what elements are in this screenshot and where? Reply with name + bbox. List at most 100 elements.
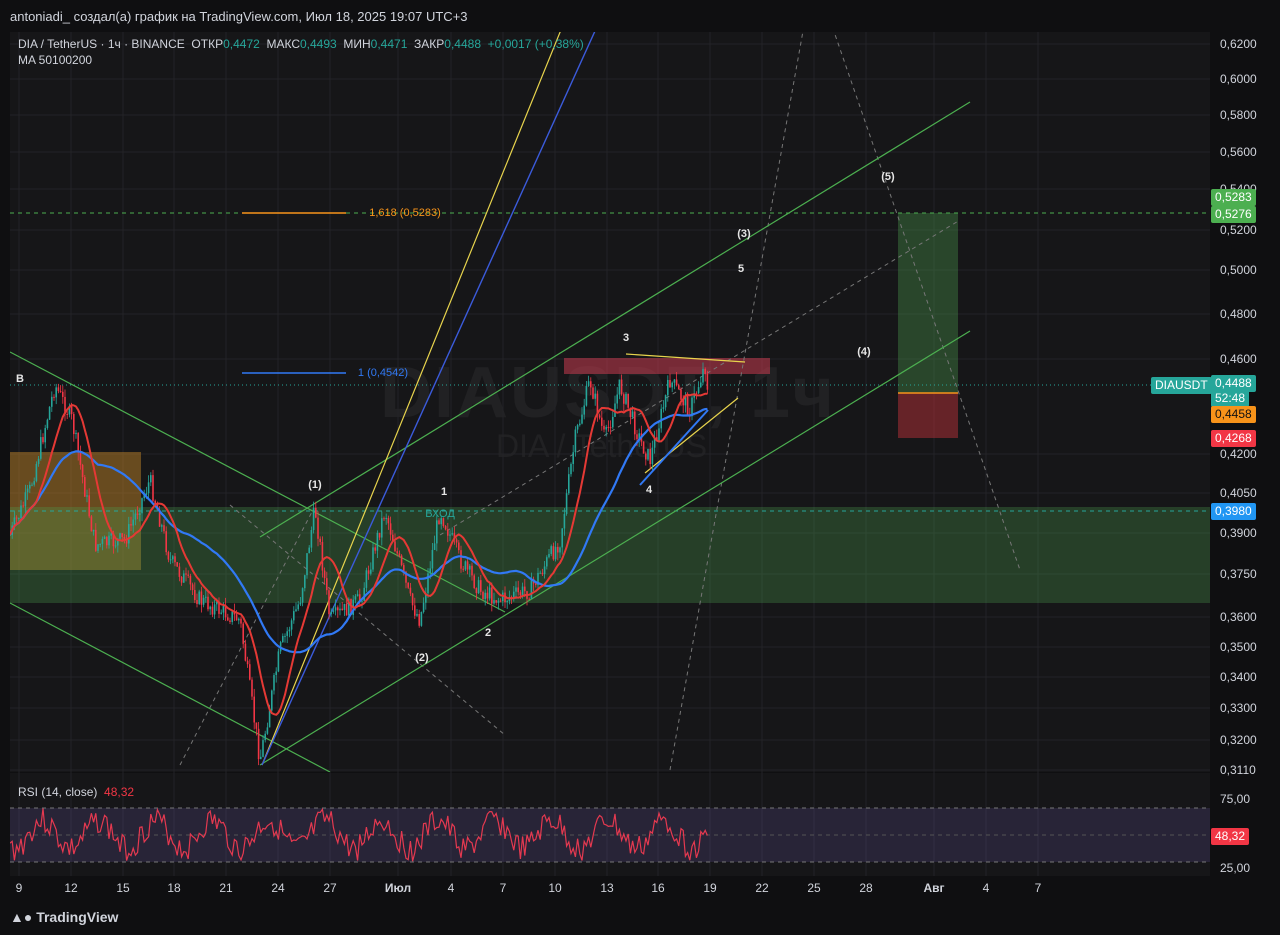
candle-body: [264, 733, 266, 741]
candle-body: [594, 393, 596, 399]
candle-body: [521, 586, 524, 596]
candle-body: [121, 533, 123, 537]
candle-body: [550, 546, 552, 554]
price-tick: 0,4200: [1220, 447, 1257, 461]
price-tick: 0,4800: [1220, 307, 1257, 321]
candle-body: [308, 547, 310, 554]
candle-body: [187, 574, 189, 576]
candle-body: [37, 458, 40, 464]
candle-body: [40, 437, 42, 459]
ma-legend[interactable]: MA 50100200: [18, 53, 92, 67]
candle-body: [229, 620, 231, 622]
candle-body: [697, 387, 700, 394]
candle-body: [262, 740, 264, 757]
candle-body: [618, 379, 621, 395]
price-tick: 0,3500: [1220, 640, 1257, 654]
legend-symbol: DIA / TetherUS · 1ч · BINANCE: [18, 37, 185, 51]
candle-body: [649, 448, 651, 465]
candle-body: [669, 380, 671, 388]
candle-body: [315, 507, 317, 518]
candle-body: [385, 517, 387, 519]
candle-body: [497, 600, 500, 603]
candle-body: [114, 545, 117, 547]
candle-body: [31, 484, 33, 486]
candle-body: [354, 596, 357, 600]
wave-label-4p: (4): [857, 346, 871, 358]
candle-body: [444, 526, 447, 530]
candle-body: [51, 396, 53, 407]
candle-body: [678, 385, 680, 390]
candle-body: [268, 710, 271, 728]
candle-body: [513, 591, 515, 598]
time-tick: 10: [548, 881, 562, 895]
candle-body: [374, 547, 376, 551]
candle-body: [570, 463, 572, 475]
candle-body: [473, 575, 475, 589]
candle-body: [130, 524, 132, 526]
candle-body: [612, 416, 614, 428]
candle-body: [306, 553, 308, 576]
wave-label-1p: (1): [308, 479, 322, 491]
candle-body: [277, 651, 280, 672]
candle-body: [35, 463, 38, 482]
rsi-legend[interactable]: RSI (14, close) 48,32: [18, 785, 134, 799]
candle-body: [447, 529, 449, 536]
candle-body: [330, 611, 332, 615]
candle-body: [367, 570, 370, 574]
candle-body: [634, 411, 636, 435]
price-tick: 0,4600: [1220, 352, 1257, 366]
candle-body: [420, 611, 423, 626]
candle-body: [165, 531, 167, 553]
legend-open: 0,4472: [223, 37, 260, 51]
candle-body: [200, 591, 203, 605]
candle-body: [488, 587, 491, 599]
candle-body: [466, 561, 469, 570]
candle-body: [345, 603, 348, 616]
fib-1618-label: 1,618 (0,5283): [369, 207, 441, 219]
candle-body: [574, 429, 577, 453]
candle-body: [660, 408, 662, 429]
candle-body: [563, 513, 566, 529]
candle-body: [464, 561, 467, 570]
candle-body: [539, 572, 541, 574]
candle-body: [169, 559, 172, 561]
time-tick: 21: [219, 881, 233, 895]
candle-body: [183, 573, 185, 583]
price-tick: 0,4050: [1220, 486, 1257, 500]
candle-body: [524, 586, 526, 592]
candle-body: [438, 520, 440, 525]
candle-body: [136, 513, 139, 515]
candle-body: [48, 406, 51, 420]
candle-body: [77, 432, 79, 453]
candle-body: [251, 679, 253, 697]
legend-high: 0,4493: [300, 37, 337, 51]
price-tick: 0,3400: [1220, 670, 1257, 684]
time-tick: 18: [167, 881, 181, 895]
candle-body: [101, 538, 104, 544]
candle-body: [460, 550, 462, 569]
candle-body: [506, 601, 508, 603]
candle-body: [462, 568, 464, 570]
wave-label-3: 3: [622, 332, 630, 344]
candle-body: [46, 419, 49, 429]
time-tick: 13: [600, 881, 614, 895]
candle-body: [530, 578, 533, 599]
tradingview-logo[interactable]: ▲● TradingView: [10, 909, 118, 925]
candle-body: [601, 417, 603, 426]
candle-body: [543, 566, 546, 575]
candle-body: [132, 519, 134, 526]
chart-drawing: [10, 32, 1210, 876]
candle-body: [642, 441, 645, 454]
candle-body: [108, 535, 110, 546]
candle-body: [356, 594, 359, 597]
candle-body: [88, 495, 90, 517]
candle-body: [81, 464, 84, 478]
candle-body: [95, 529, 97, 551]
candle-body: [90, 516, 93, 532]
candle-body: [284, 635, 286, 637]
symbol-legend[interactable]: DIA / TetherUS · 1ч · BINANCE ОТКР0,4472…: [18, 37, 584, 51]
countdown-badge: 52:48: [1211, 390, 1250, 407]
candle-body: [295, 609, 297, 612]
rsi-value: 48,32: [104, 785, 135, 799]
wave-label-4: 4: [645, 484, 653, 496]
